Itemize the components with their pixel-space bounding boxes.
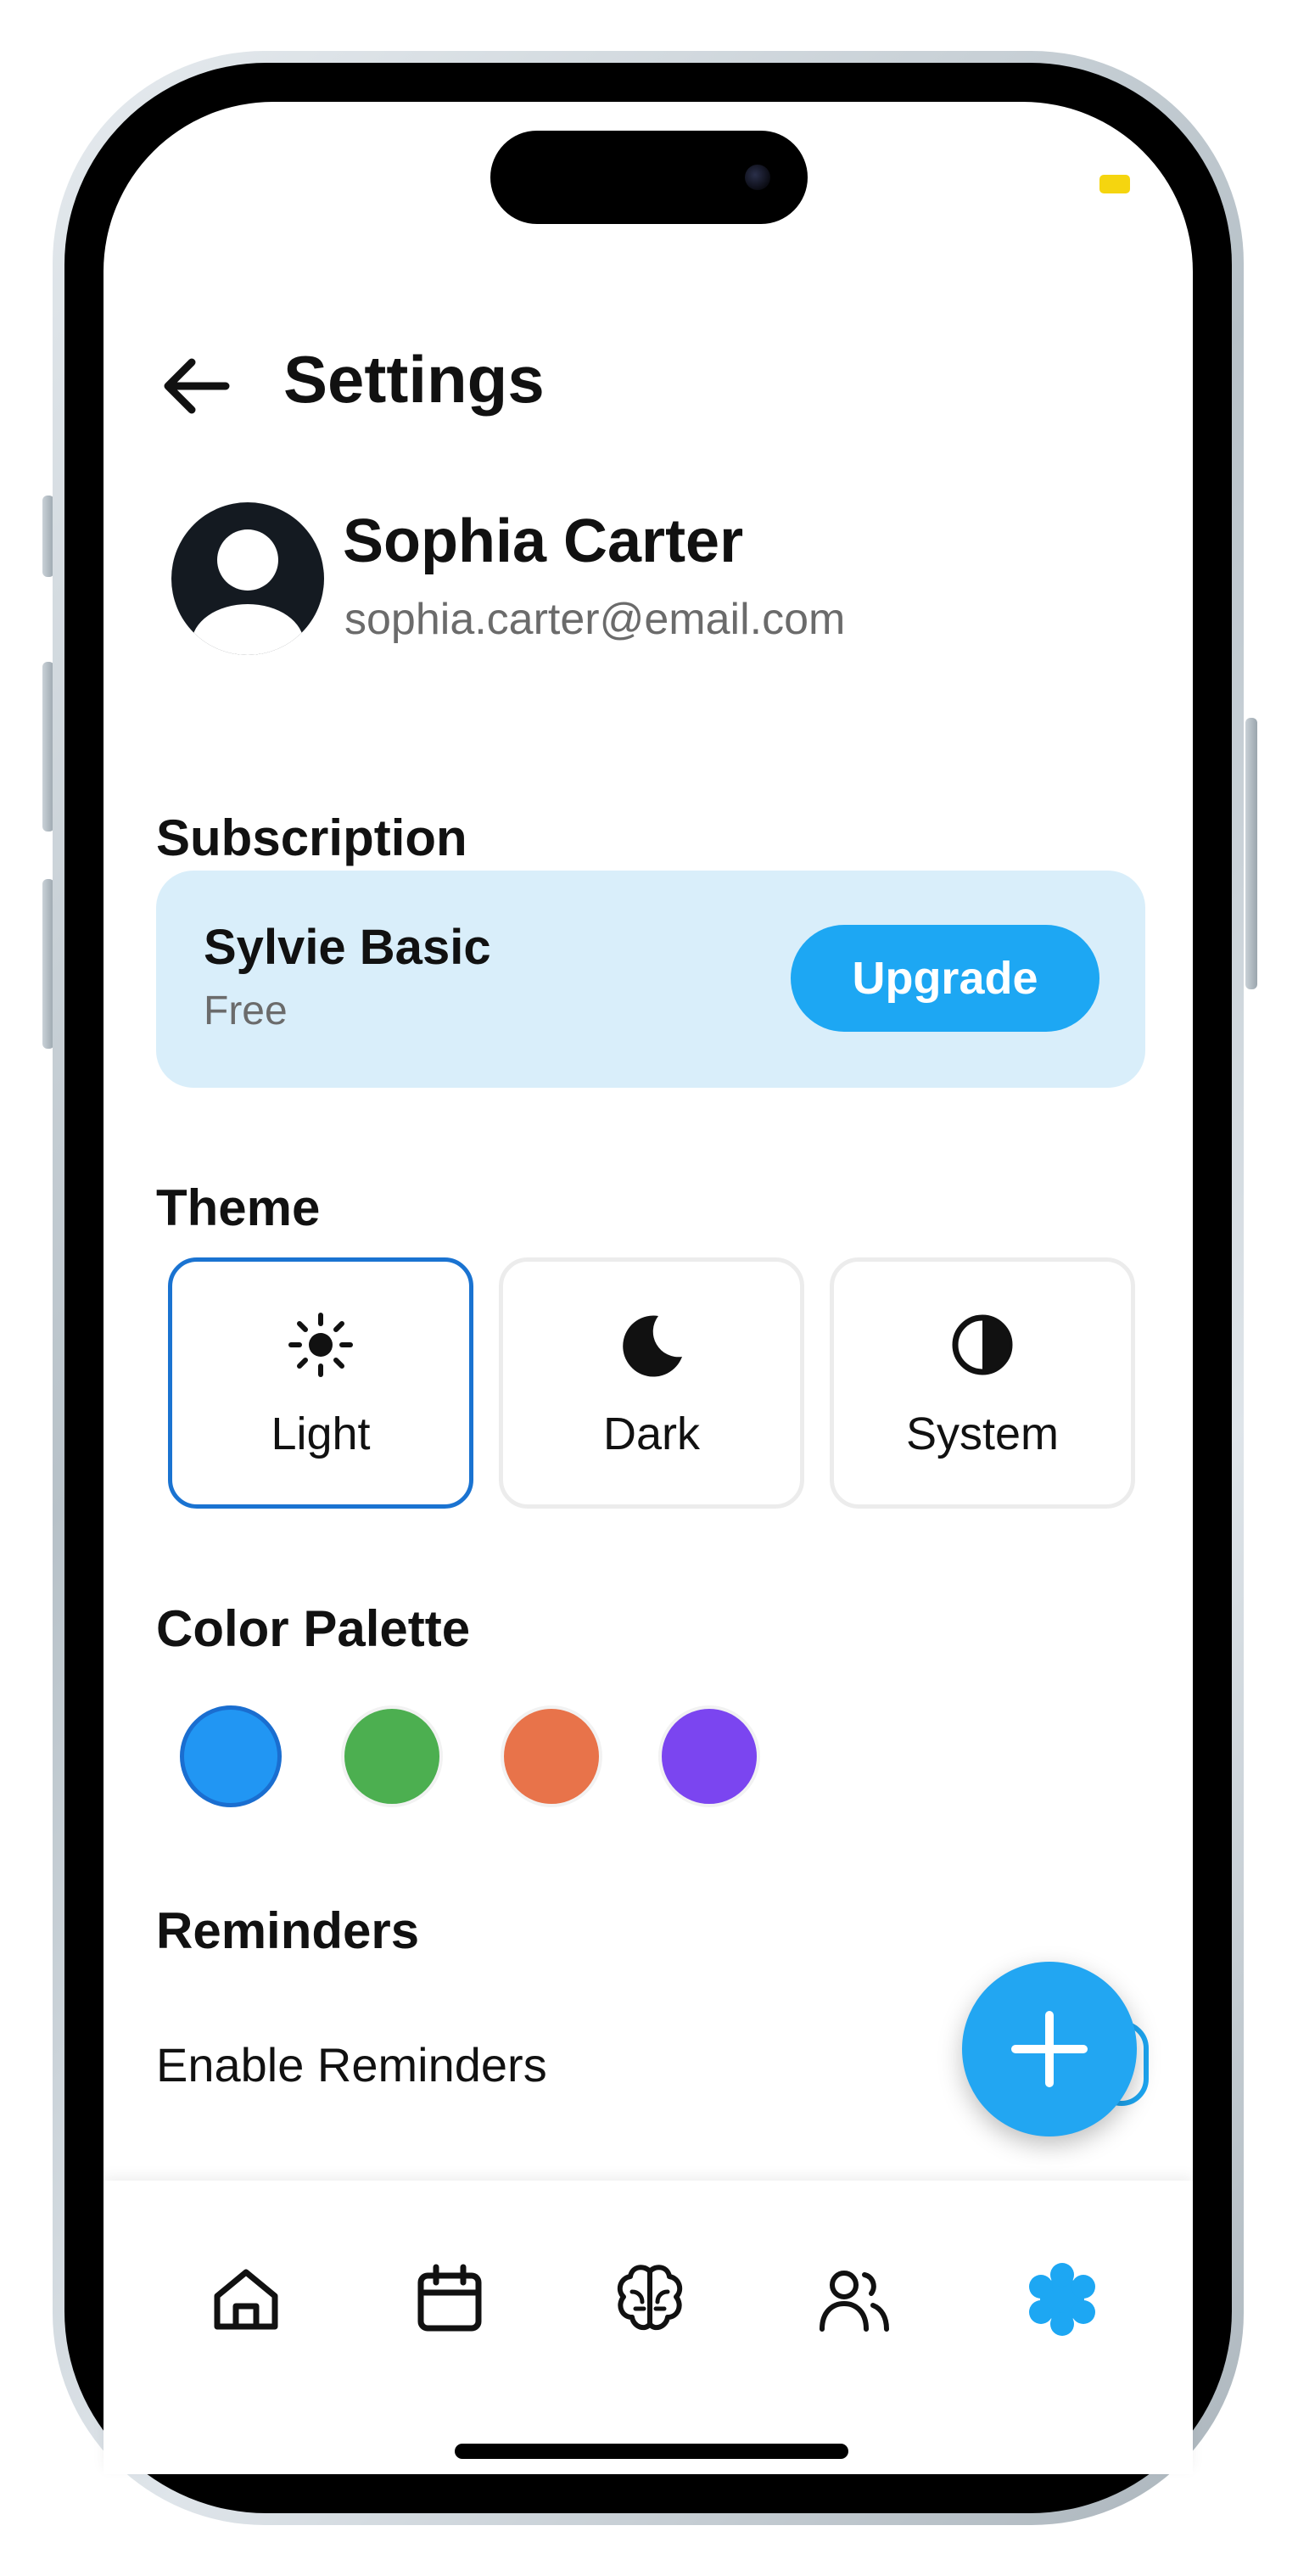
add-button[interactable]	[962, 1962, 1137, 2136]
theme-option-label: Dark	[602, 1408, 700, 1459]
nav-home[interactable]	[195, 2248, 297, 2350]
home-indicator	[455, 2444, 848, 2459]
plan-tier: Free	[204, 988, 288, 1033]
color-swatch-purple[interactable]	[658, 1705, 760, 1807]
profile-email: sophia.carter@email.com	[344, 595, 846, 644]
users-icon	[820, 2271, 889, 2332]
theme-option-dark[interactable]: Dark	[499, 1257, 804, 1509]
subscription-card: Sylvie Basic Free Upgrade	[156, 871, 1145, 1088]
device: Settings Sophia Carter sophia.carter@ema…	[0, 0, 1298, 2576]
avatar[interactable]	[171, 502, 324, 655]
nav-insights[interactable]	[599, 2248, 701, 2350]
theme-option-label: Light	[271, 1408, 371, 1459]
nav-settings[interactable]	[1011, 2248, 1113, 2350]
subscription-heading: Subscription	[156, 809, 467, 866]
profile-name: Sophia Carter	[343, 507, 744, 575]
status-indicator-icon	[1099, 175, 1130, 193]
brain-icon	[617, 2265, 683, 2331]
theme-option-label: System	[905, 1408, 1060, 1459]
plan-name: Sylvie Basic	[204, 920, 491, 975]
sun-icon	[288, 1313, 353, 1377]
color-swatch-orange[interactable]	[501, 1705, 602, 1807]
theme-heading: Theme	[156, 1179, 321, 1236]
page-title: Settings	[283, 342, 545, 417]
camera-icon	[745, 165, 770, 190]
color-palette-heading: Color Palette	[156, 1600, 471, 1657]
theme-option-system[interactable]: System	[830, 1257, 1135, 1509]
color-swatch-green[interactable]	[341, 1705, 443, 1807]
arrow-left-icon	[164, 358, 230, 414]
user-avatar-icon	[192, 529, 304, 655]
enable-reminders-label: Enable Reminders	[156, 2038, 547, 2092]
dynamic-island	[490, 131, 808, 224]
contrast-icon	[952, 1314, 1013, 1375]
upgrade-button[interactable]: Upgrade	[791, 925, 1099, 1032]
color-swatch-blue[interactable]	[180, 1705, 282, 1807]
calendar-icon	[417, 2264, 482, 2332]
power-button	[1245, 718, 1257, 989]
theme-option-light[interactable]: Light	[168, 1257, 473, 1509]
nav-calendar[interactable]	[399, 2248, 501, 2350]
gear-icon	[1029, 2263, 1095, 2336]
nav-community[interactable]	[803, 2248, 904, 2350]
moon-icon	[623, 1315, 682, 1377]
reminders-heading: Reminders	[156, 1902, 420, 1959]
home-icon	[214, 2269, 278, 2330]
plus-icon	[1011, 2011, 1088, 2087]
back-button[interactable]	[158, 356, 234, 416]
